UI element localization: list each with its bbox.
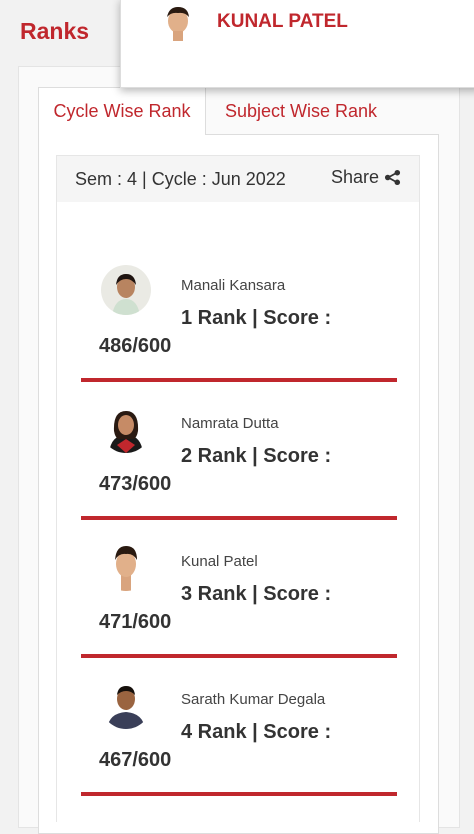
tab-cycle-wise-rank[interactable]: Cycle Wise Rank [38,87,206,135]
rank-list: Manali Kansara 1 Rank | Score : 486/600 … [56,202,420,822]
rank-avatar [101,541,151,591]
student-name: Namrata Dutta [181,415,279,432]
share-icon [384,169,401,186]
tab-subject-wise-rank[interactable]: Subject Wise Rank [206,87,396,135]
rank-list-item: Sarath Kumar Degala 4 Rank | Score : 467… [57,679,421,817]
rank-list-item: Namrata Dutta 2 Rank | Score : 473/600 [57,403,421,541]
user-profile-card[interactable]: KUNAL PATEL [120,0,474,88]
rank-score-label: 1 Rank | Score : [181,307,332,329]
rank-divider [81,654,397,658]
rank-avatar [101,679,151,729]
student-name: Manali Kansara [181,277,286,294]
rank-divider [81,516,397,520]
score-value: 467/600 [99,749,172,771]
student-name: Sarath Kumar Degala [181,691,326,708]
rank-score-label: 2 Rank | Score : [181,445,332,467]
rank-divider [81,378,397,382]
rank-score-label: 4 Rank | Score : [181,721,332,743]
rank-avatar [101,403,151,453]
semester-cycle-info: Sem : 4 | Cycle : Jun 2022 [75,169,286,189]
rank-list-item: Manali Kansara 1 Rank | Score : 486/600 [57,265,421,403]
score-value: 471/600 [99,611,172,633]
card-header: Sem : 4 | Cycle : Jun 2022 Share [56,155,420,203]
page-title: Ranks [20,18,90,44]
score-value: 486/600 [99,335,172,357]
student-name: Kunal Patel [181,553,258,570]
score-value: 473/600 [99,473,172,495]
user-name: KUNAL PATEL [217,11,348,32]
user-avatar [161,5,195,41]
rank-avatar [101,265,151,315]
share-button[interactable]: Share [331,167,401,188]
rank-list-item: Kunal Patel 3 Rank | Score : 471/600 [57,541,421,679]
share-label: Share [330,167,379,187]
rank-score-label: 3 Rank | Score : [181,583,332,605]
rank-divider [81,792,397,796]
